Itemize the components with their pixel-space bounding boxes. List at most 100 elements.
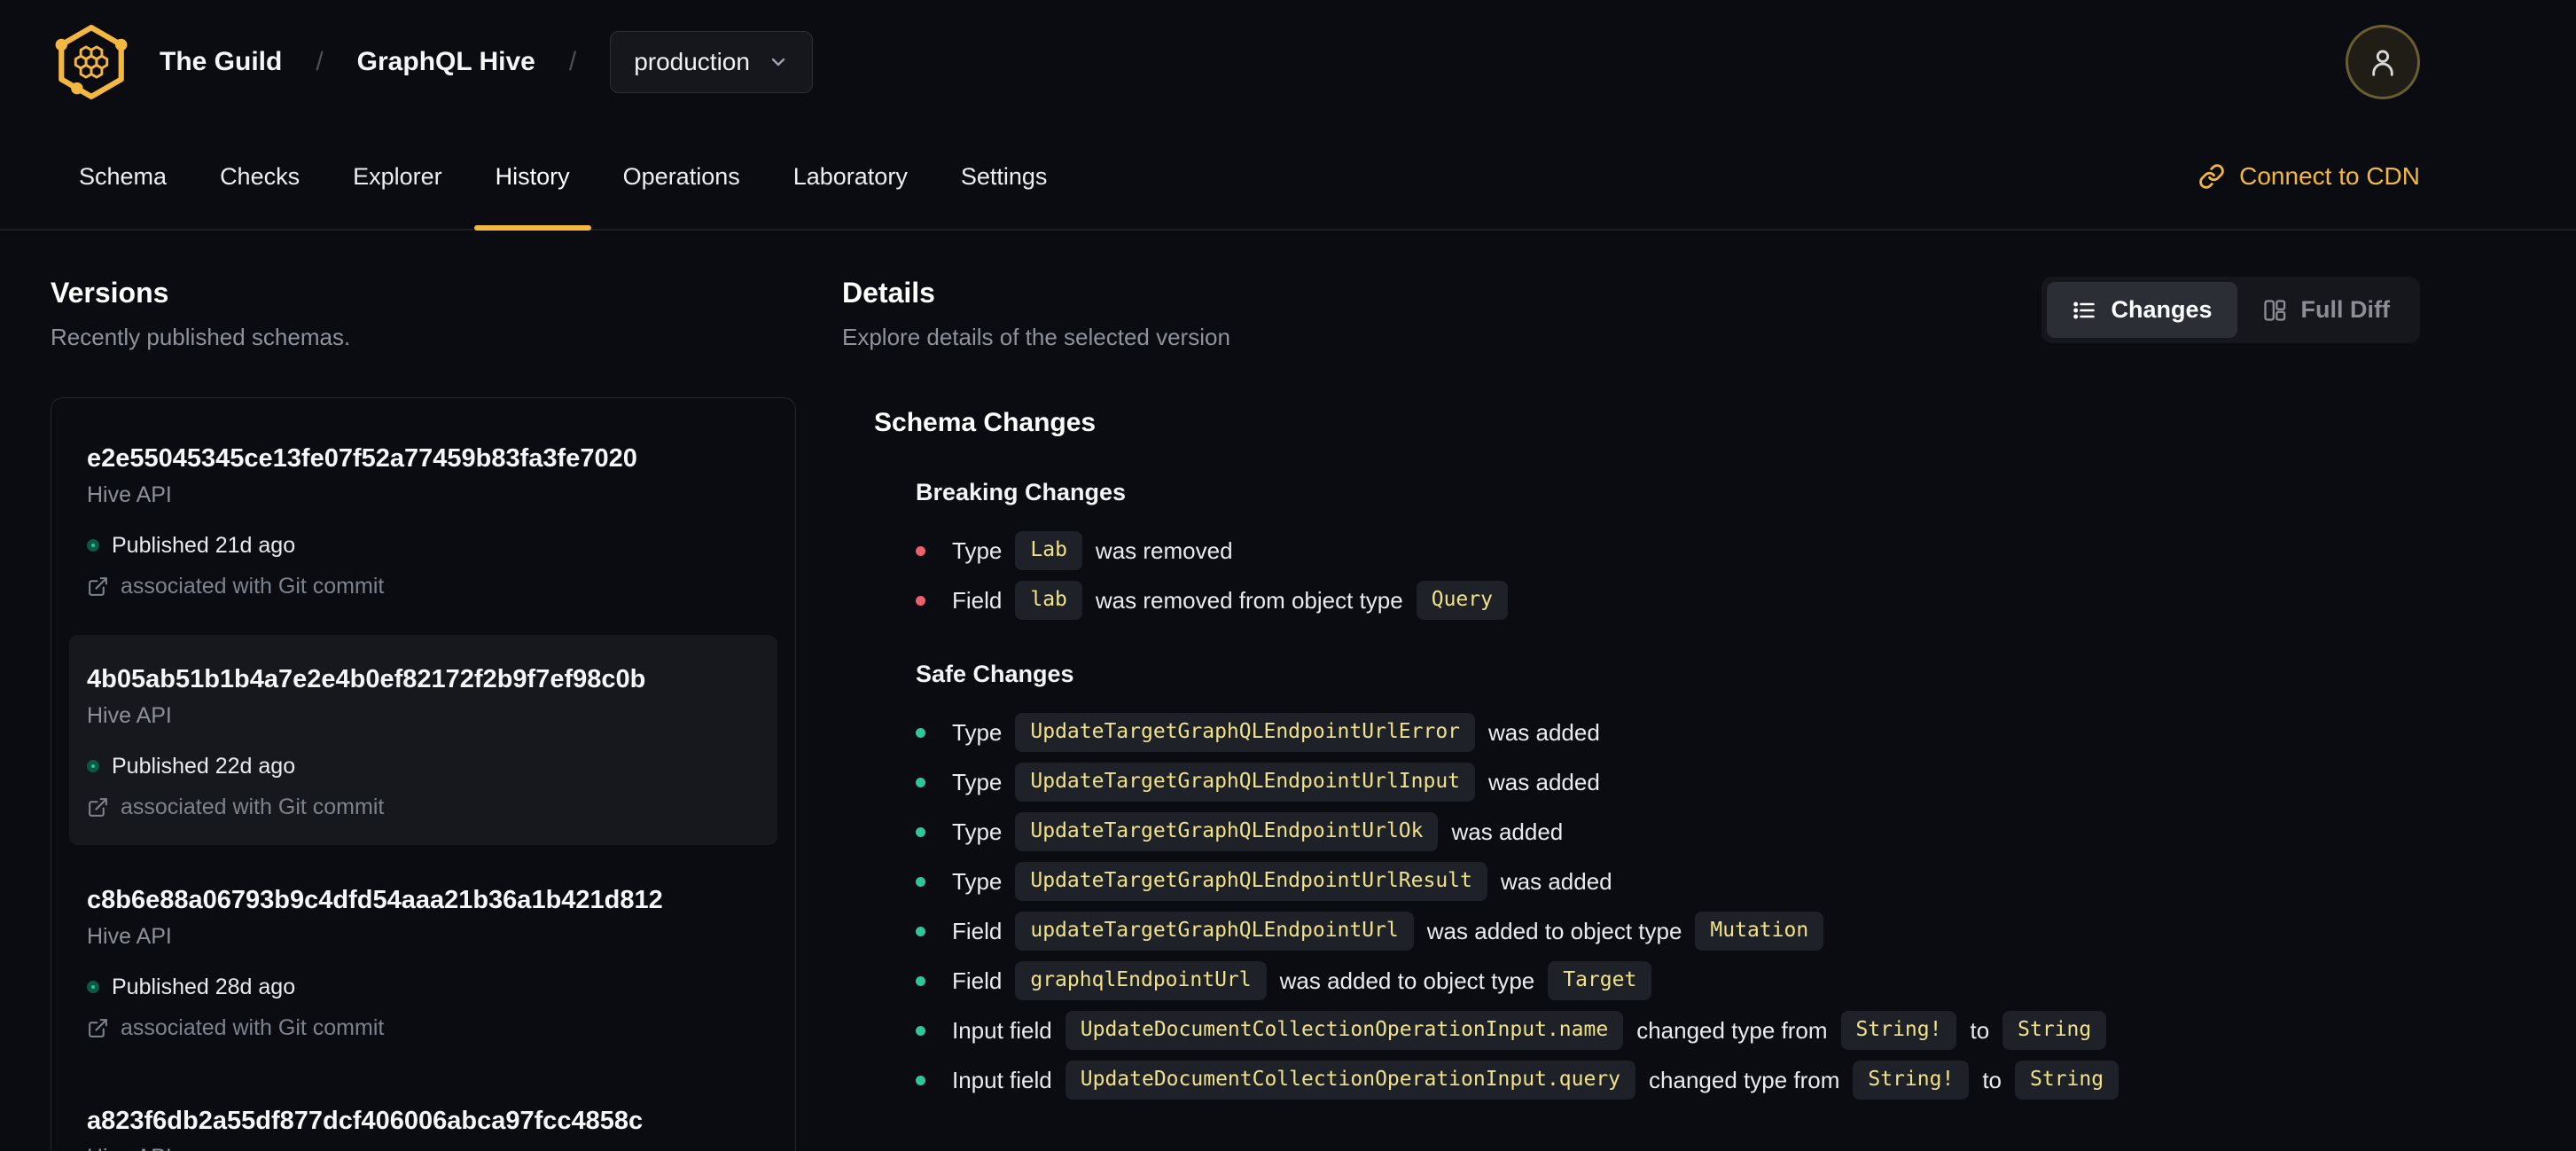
details-panel: Details Explore details of the selected … [842, 277, 2420, 1151]
breaking-change-item: Type Lab was removed [916, 526, 2420, 576]
version-service: Hive API [87, 703, 172, 728]
brand-area: The Guild / GraphQL Hive / production [53, 24, 813, 100]
user-icon [2372, 50, 2393, 76]
version-card[interactable]: c8b6e88a06793b9c4dfd54aaa21b36a1b421d812… [69, 856, 777, 1066]
version-status-label: Published 22d ago [112, 754, 296, 779]
safe-change-item: Type UpdateTargetGraphQLEndpointUrlResult… [916, 857, 2420, 906]
code-chip: UpdateDocumentCollectionOperationInput.n… [1065, 1011, 1624, 1050]
tab-checks[interactable]: Checks [193, 124, 326, 229]
version-card[interactable]: 4b05ab51b1b4a7e2e4b0ef82172f2b9f7ef98c0b… [69, 635, 777, 845]
main-content: Versions Recently published schemas. e2e… [0, 231, 2576, 1151]
version-status-label: Published 28d ago [112, 975, 296, 999]
code-chip: lab [1015, 581, 1082, 620]
breaking-changes-title: Breaking Changes [916, 479, 1127, 505]
change-text: Type [952, 536, 1003, 564]
version-status: Published 28d ago [87, 974, 760, 1000]
safe-bullet-icon [916, 1025, 925, 1036]
code-chip: UpdateDocumentCollectionOperationInput.q… [1065, 1061, 1636, 1100]
changes-view-button[interactable]: Changes [2047, 282, 2237, 338]
versions-panel: Versions Recently published schemas. e2e… [51, 277, 796, 1151]
code-chip: UpdateTargetGraphQLEndpointUrlError [1015, 713, 1476, 752]
change-text: Field [952, 586, 1003, 614]
change-text: was removed from object type [1095, 586, 1403, 614]
code-chip: UpdateTargetGraphQLEndpointUrlResult [1015, 862, 1487, 901]
published-dot-icon [87, 981, 99, 993]
tab-operations[interactable]: Operations [597, 124, 767, 229]
change-text: Field [952, 967, 1003, 994]
safe-change-item: Input field UpdateDocumentCollectionOpera… [916, 1055, 2420, 1105]
tab-laboratory[interactable]: Laboratory [767, 124, 934, 229]
version-card[interactable]: e2e55045345ce13fe07f52a77459b83fa3fe7020… [69, 414, 777, 624]
code-chip: Target [1548, 961, 1652, 1000]
code-chip: String [2002, 1011, 2107, 1050]
published-dot-icon [87, 539, 99, 552]
details-subtitle: Explore details of the selected version [842, 324, 1230, 350]
change-text: Type [952, 718, 1003, 746]
code-chip: String [2015, 1061, 2119, 1100]
safe-change-item: Type UpdateTargetGraphQLEndpointUrlInput w… [916, 757, 2420, 807]
version-hash: e2e55045345ce13fe07f52a77459b83fa3fe7020 [87, 444, 637, 473]
list-icon [2073, 301, 2096, 318]
version-service: Hive API [87, 1144, 760, 1151]
tab-settings[interactable]: Settings [934, 124, 1074, 229]
app-header: The Guild / GraphQL Hive / production [0, 0, 2576, 124]
full-diff-view-label: Full Diff [2300, 296, 2390, 323]
connect-cdn-link[interactable]: Connect to CDN [2198, 124, 2420, 229]
schema-changes-title: Schema Changes [874, 408, 1097, 437]
safe-bullet-icon [916, 1075, 925, 1085]
change-text: changed type from [1649, 1066, 1840, 1093]
details-title: Details [842, 277, 935, 309]
schema-changes-section: Schema Changes Breaking Changes Type Lab w… [842, 408, 2420, 1105]
breadcrumb-project[interactable]: GraphQL Hive [357, 47, 535, 77]
change-text: to [1982, 1066, 2002, 1093]
breaking-change-item: Field lab was removed from object type Quer… [916, 576, 2420, 625]
versions-title: Versions [51, 277, 169, 309]
change-text: Type [952, 818, 1003, 845]
versions-subtitle: Recently published schemas. [51, 324, 351, 350]
breadcrumb: The Guild / GraphQL Hive / production [160, 31, 813, 93]
safe-bullet-icon [916, 727, 925, 738]
code-chip: Query [1416, 581, 1508, 620]
chevron-down-icon [771, 58, 785, 67]
safe-change-item: Field updateTargetGraphQLEndpointUrl was a… [916, 906, 2420, 956]
hive-logo-icon[interactable] [53, 24, 129, 100]
safe-bullet-icon [916, 975, 925, 986]
version-hash: c8b6e88a06793b9c4dfd54aaa21b36a1b421d812 [87, 886, 663, 914]
tab-history[interactable]: History [469, 124, 597, 231]
change-text: Field [952, 917, 1003, 944]
git-commit-link[interactable]: associated with Git commit [87, 794, 760, 820]
safe-bullet-icon [916, 826, 925, 837]
git-commit-link[interactable]: associated with Git commit [87, 573, 760, 599]
breadcrumb-org[interactable]: The Guild [160, 47, 282, 77]
full-diff-view-button[interactable]: Full Diff [2237, 282, 2415, 338]
target-selector[interactable]: production [610, 31, 813, 93]
git-commit-link[interactable]: associated with Git commit [87, 1014, 760, 1041]
tab-schema[interactable]: Schema [52, 124, 193, 229]
code-chip: UpdateTargetGraphQLEndpointUrlOk [1015, 812, 1439, 851]
version-hash: a823f6db2a55df877dcf406006abca97fcc4858c [87, 1107, 644, 1135]
change-text: was added [1500, 867, 1612, 895]
changes-view-label: Changes [2111, 296, 2213, 323]
version-status: Published 22d ago [87, 753, 760, 779]
code-chip: Lab [1015, 531, 1082, 570]
tab-explorer[interactable]: Explorer [326, 124, 469, 229]
version-list: e2e55045345ce13fe07f52a77459b83fa3fe7020… [51, 397, 796, 1151]
change-text: changed type from [1636, 1016, 1828, 1044]
code-chip: UpdateTargetGraphQLEndpointUrlInput [1015, 763, 1476, 802]
version-card[interactable]: a823f6db2a55df877dcf406006abca97fcc4858c… [69, 1077, 777, 1151]
code-chip: updateTargetGraphQLEndpointUrl [1015, 912, 1414, 951]
version-status: Published 21d ago [87, 532, 760, 559]
connect-cdn-label: Connect to CDN [2239, 162, 2420, 190]
change-text: was added [1488, 768, 1600, 795]
git-commit-label: associated with Git commit [121, 1015, 385, 1040]
breadcrumb-separator: / [316, 47, 324, 76]
split-diff-icon [2263, 299, 2285, 321]
external-link-icon [89, 1018, 107, 1037]
change-text: was added to object type [1426, 917, 1682, 944]
version-service: Hive API [87, 482, 172, 507]
breaking-changes-subsection: Breaking Changes Type Lab was removed Field… [874, 479, 2420, 625]
change-text: was added [1488, 718, 1600, 746]
user-menu-button[interactable] [2346, 25, 2420, 99]
change-text: was added [1451, 818, 1564, 845]
tab-list: Schema Checks Explorer History Operations Lab… [52, 124, 1074, 231]
